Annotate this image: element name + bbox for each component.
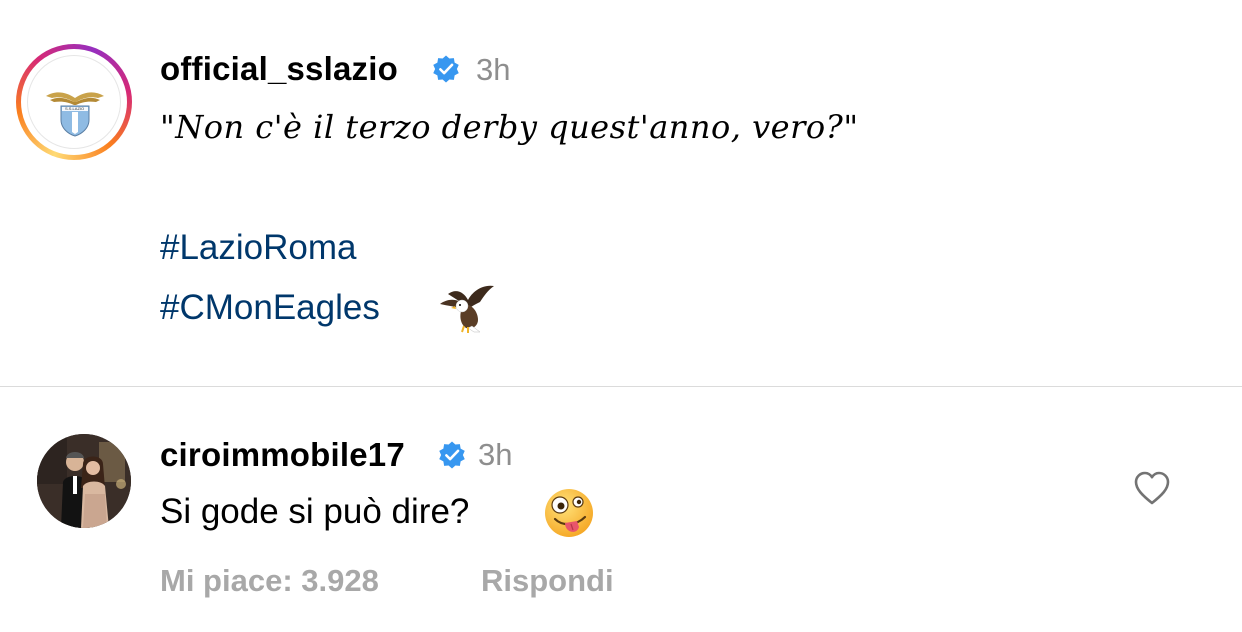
hashtag-laziroma[interactable]: #LazioRoma (160, 228, 357, 268)
zany-face-emoji-icon (545, 489, 593, 537)
lazio-logo: S.S.LAZIO (27, 55, 121, 149)
comment-time: 3h (478, 437, 513, 472)
like-heart-icon[interactable] (1133, 470, 1171, 506)
commenter-avatar[interactable] (37, 434, 131, 528)
post-time: 3h (476, 52, 511, 87)
comment-text: Si gode si può dire? (160, 492, 470, 531)
logo-text: S.S.LAZIO (65, 106, 85, 111)
caption-quote: "Non c'è il terzo derby quest'anno, vero… (160, 108, 859, 146)
comment-username[interactable]: ciroimmobile17 (160, 436, 405, 474)
post-caption: S.S.LAZIO official_sslazio 3h "Non c'è i… (0, 0, 1242, 386)
story-ring-avatar[interactable]: S.S.LAZIO (16, 44, 132, 160)
verified-badge-icon (439, 441, 465, 469)
eagle-emoji-icon (440, 285, 494, 333)
likes-count[interactable]: Mi piace: 3.928 (160, 563, 379, 599)
divider (0, 386, 1242, 387)
post-username[interactable]: official_sslazio (160, 50, 398, 88)
hashtag-cmoneagles[interactable]: #CMonEagles (160, 288, 380, 328)
reply-button[interactable]: Rispondi (481, 563, 614, 599)
verified-badge-icon (433, 55, 459, 83)
